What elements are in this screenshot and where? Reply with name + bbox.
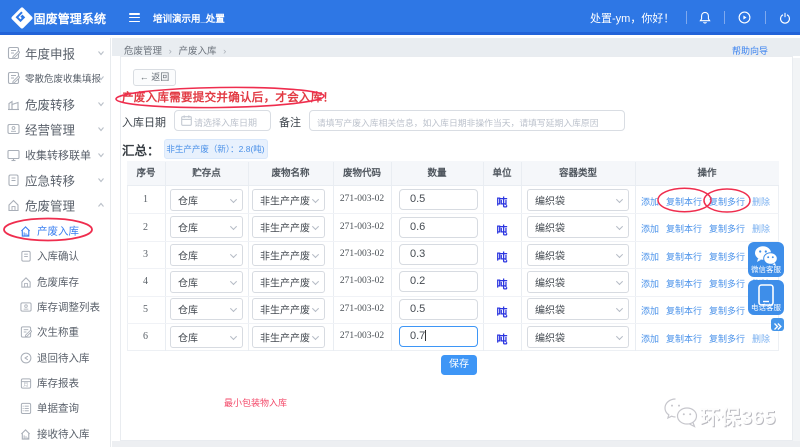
svg-text:月: 月 — [23, 383, 28, 389]
